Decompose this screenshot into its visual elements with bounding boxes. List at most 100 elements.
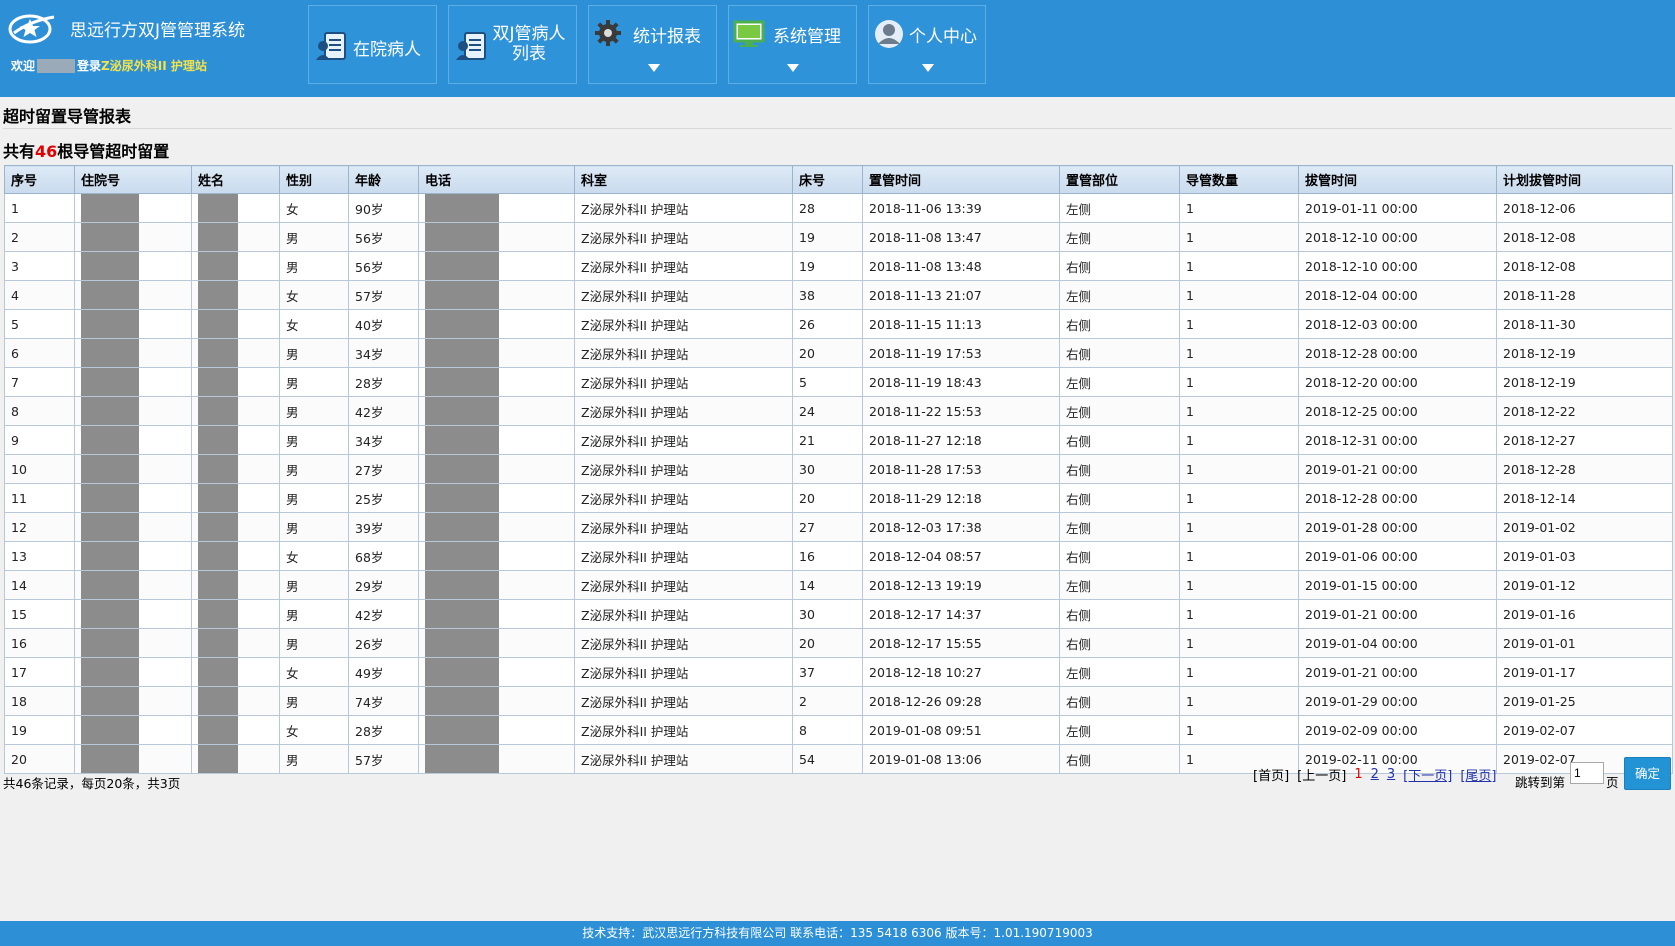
welcome-line: 欢迎 登录 Z泌尿外科II 护理站: [11, 57, 207, 74]
table-cell: 2018-12-19: [1496, 338, 1673, 368]
prev-page-link[interactable]: [上一页]: [1297, 765, 1346, 784]
table-cell: 4: [4, 280, 75, 310]
redacted-cell: [191, 367, 280, 397]
redacted-cell: [74, 599, 192, 629]
table-cell: Z泌尿外科II 护理站: [574, 454, 793, 484]
table-cell: 2018-12-26 09:28: [862, 686, 1060, 716]
table-cell: 54: [792, 744, 863, 774]
redacted-cell: [191, 454, 280, 484]
redacted-cell: [191, 251, 280, 281]
confirm-jump-button[interactable]: 确定: [1624, 757, 1671, 790]
column-header: 住院号: [74, 165, 192, 194]
table-cell: 5: [4, 309, 75, 339]
jump-label: 跳转到第: [1515, 775, 1566, 790]
redacted-cell: [74, 338, 192, 368]
masked-username: [37, 58, 76, 73]
table-row: 18 男 74岁 Z泌尿外科II 护理站 2 2018-12-26 09:28 右侧 1 201…: [4, 686, 1673, 716]
jump-page-input[interactable]: [1570, 762, 1604, 784]
nav-dj-patient-list-label: 双J管病人 列表: [492, 24, 566, 64]
table-row: 4 女 57岁 Z泌尿外科II 护理站 38 2018-11-13 21:07 左侧 1 201…: [4, 280, 1673, 310]
table-cell: 42岁: [348, 599, 419, 629]
table-row: 9 男 34岁 Z泌尿外科II 护理站 21 2018-11-27 12:18 右侧 1 201…: [4, 425, 1673, 455]
table-cell: 90岁: [348, 193, 419, 223]
nav-statistics-button[interactable]: 统计报表: [588, 5, 717, 84]
table-cell: 20: [792, 628, 863, 658]
redaction-block: [81, 426, 139, 454]
table-cell: 18: [4, 686, 75, 716]
table-cell: 男: [279, 251, 349, 281]
table-cell: 2018-12-28: [1496, 454, 1673, 484]
redacted-cell: [418, 454, 575, 484]
page-link-current[interactable]: 1: [1354, 767, 1362, 782]
redaction-block: [425, 745, 499, 773]
redacted-cell: [74, 686, 192, 716]
table-cell: Z泌尿外科II 护理站: [574, 512, 793, 542]
redaction-block: [198, 658, 238, 686]
table-cell: 2018-12-10 00:00: [1298, 222, 1497, 252]
redaction-block: [198, 194, 238, 222]
table-cell: 2018-12-08: [1496, 251, 1673, 281]
pagination: [首页] [上一页] 1 2 3 [下一页] [尾页]: [1253, 765, 1504, 784]
table-cell: 左侧: [1059, 222, 1180, 252]
table-cell: 2019-01-29 00:00: [1298, 686, 1497, 716]
table-cell: 2018-12-19: [1496, 367, 1673, 397]
nav-personal-center-button[interactable]: 个人中心: [868, 5, 986, 84]
nav-dj-patient-list-button[interactable]: 双J管病人 列表: [448, 5, 577, 84]
redaction-block: [198, 339, 238, 367]
redaction-block: [198, 397, 238, 425]
redaction-block: [198, 223, 238, 251]
table-cell: 男: [279, 338, 349, 368]
table-cell: 右侧: [1059, 309, 1180, 339]
table-cell: 1: [1179, 686, 1299, 716]
redacted-cell: [74, 483, 192, 513]
redacted-cell: [191, 483, 280, 513]
last-page-link[interactable]: [尾页]: [1460, 765, 1496, 784]
nav-system-management-button[interactable]: 系统管理: [728, 5, 857, 84]
redaction-block: [81, 658, 139, 686]
redaction-block: [425, 484, 499, 512]
page-link[interactable]: 2: [1371, 767, 1379, 782]
next-page-link[interactable]: [下一页]: [1403, 765, 1452, 784]
redaction-block: [198, 281, 238, 309]
redaction-block: [81, 397, 139, 425]
redaction-block: [81, 339, 139, 367]
table-cell: 3: [4, 251, 75, 281]
redaction-block: [198, 310, 238, 338]
redacted-cell: [191, 193, 280, 223]
redaction-block: [198, 542, 238, 570]
table-cell: 8: [4, 396, 75, 426]
table-cell: 28岁: [348, 367, 419, 397]
redaction-block: [198, 513, 238, 541]
nav-inpatients-button[interactable]: 在院病人: [308, 5, 437, 84]
redacted-cell: [418, 251, 575, 281]
redacted-cell: [74, 222, 192, 252]
redacted-cell: [191, 309, 280, 339]
redacted-cell: [418, 425, 575, 455]
redacted-cell: [74, 512, 192, 542]
table-cell: 1: [1179, 715, 1299, 745]
redaction-block: [425, 281, 499, 309]
app-title: 思远行方双J管管理系统: [70, 20, 246, 41]
column-header: 计划拔管时间: [1496, 165, 1673, 194]
table-cell: 39岁: [348, 512, 419, 542]
table-cell: 女: [279, 280, 349, 310]
table-row: 19 女 28岁 Z泌尿外科II 护理站 8 2019-01-08 09:51 左侧 1 201…: [4, 715, 1673, 745]
table-cell: 2019-01-08 09:51: [862, 715, 1060, 745]
first-page-link[interactable]: [首页]: [1253, 765, 1289, 784]
redaction-block: [425, 455, 499, 483]
redaction-block: [198, 687, 238, 715]
table-cell: 右侧: [1059, 251, 1180, 281]
table-cell: 2018-12-17 14:37: [862, 599, 1060, 629]
table-cell: 1: [1179, 396, 1299, 426]
table-cell: 26: [792, 309, 863, 339]
table-cell: 21: [792, 425, 863, 455]
redacted-cell: [74, 628, 192, 658]
redacted-cell: [418, 628, 575, 658]
redacted-cell: [191, 541, 280, 571]
table-cell: 1: [4, 193, 75, 223]
table-cell: 74岁: [348, 686, 419, 716]
column-header: 年龄: [348, 165, 419, 194]
table-cell: 左侧: [1059, 396, 1180, 426]
page-link[interactable]: 3: [1387, 767, 1395, 782]
table-cell: 2018-11-06 13:39: [862, 193, 1060, 223]
